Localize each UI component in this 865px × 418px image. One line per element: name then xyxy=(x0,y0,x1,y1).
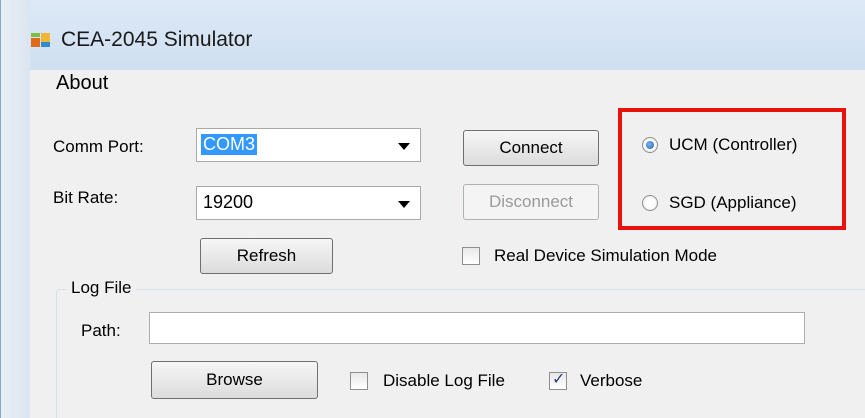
disable-log-checkbox[interactable] xyxy=(350,372,368,390)
bit-rate-select[interactable]: 19200 xyxy=(196,186,421,220)
comm-port-label: Comm Port: xyxy=(53,137,144,156)
log-file-group-title: Log File xyxy=(66,278,137,298)
app-window-icon xyxy=(31,33,50,47)
chevron-down-icon[interactable] xyxy=(398,201,410,208)
verbose-label: Verbose xyxy=(580,371,643,390)
path-input[interactable] xyxy=(149,312,805,344)
menu-about[interactable]: About xyxy=(52,72,112,95)
comm-port-select[interactable]: COM3 xyxy=(196,128,421,162)
browse-button[interactable]: Browse xyxy=(151,361,318,399)
disconnect-button[interactable]: Disconnect xyxy=(463,184,599,220)
real-device-checkbox[interactable] xyxy=(462,247,480,265)
verbose-checkbox[interactable] xyxy=(549,369,567,390)
disable-log-label: Disable Log File xyxy=(383,371,505,390)
menu-bar: About xyxy=(30,70,865,100)
window-title: CEA-2045 Simulator xyxy=(61,28,253,51)
bit-rate-label: Bit Rate: xyxy=(53,188,119,207)
path-label: Path: xyxy=(81,321,121,340)
chevron-down-icon[interactable] xyxy=(398,143,410,150)
connect-button[interactable]: Connect xyxy=(463,130,599,166)
refresh-button[interactable]: Refresh xyxy=(200,238,333,274)
mode-highlight-box xyxy=(618,108,846,230)
comm-port-value: COM3 xyxy=(201,134,258,155)
title-bar[interactable]: CEA-2045 Simulator xyxy=(0,0,865,70)
simulator-window: CEA-2045 Simulator About Comm Port: COM3… xyxy=(0,0,865,418)
window-frame-left xyxy=(0,0,30,418)
bit-rate-value: 19200 xyxy=(203,192,254,212)
real-device-label: Real Device Simulation Mode xyxy=(494,246,717,265)
